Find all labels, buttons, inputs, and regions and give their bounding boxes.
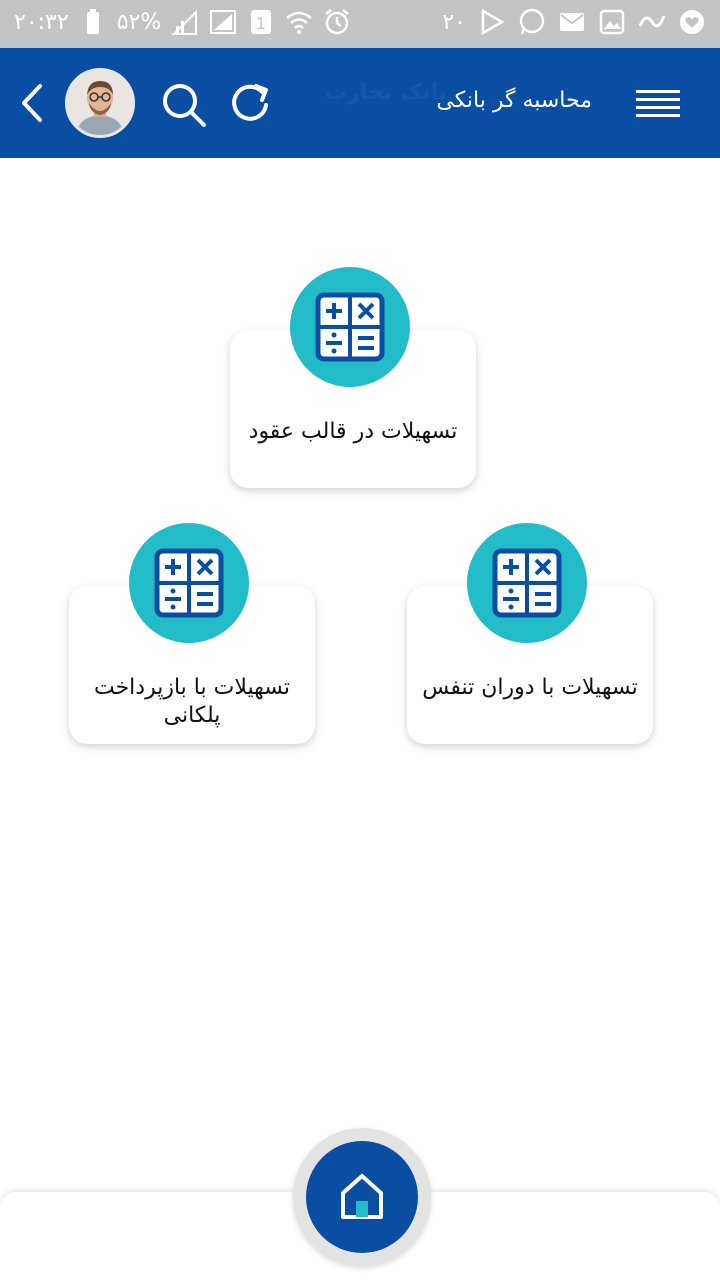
page-title: محاسبه گر بانکی: [436, 88, 592, 113]
signal-icon: [171, 8, 199, 36]
home-icon: [341, 1174, 383, 1219]
signal-icon-2: [209, 8, 237, 36]
play-store-icon: [478, 8, 506, 36]
app-icon: [638, 8, 666, 36]
notification-count: ۲۰: [442, 9, 466, 35]
whatsapp-icon: [518, 8, 546, 36]
back-icon[interactable]: [16, 80, 50, 126]
menu-icon[interactable]: [636, 88, 680, 120]
calculator-icon[interactable]: [467, 523, 587, 643]
home-button[interactable]: [306, 1141, 418, 1253]
battery-icon: [79, 8, 107, 36]
calculator-icon[interactable]: [129, 523, 249, 643]
battery-percent: ۵۲%: [116, 9, 162, 35]
calculator-icon[interactable]: [290, 267, 410, 387]
sim-label: 1: [256, 14, 266, 33]
card-label: تسهیلات با دوران تنفس: [422, 675, 638, 700]
card-label: تسهیلات با بازپرداخت پلکانی: [93, 675, 290, 728]
gallery-icon: [598, 8, 626, 36]
avatar[interactable]: [65, 68, 135, 138]
clock: ۲۰:۳۲: [14, 9, 69, 35]
search-icon[interactable]: [160, 81, 208, 129]
status-bar: ۲۰:۳۲ ۵۲% 1 ۲۰: [0, 0, 720, 48]
status-bar-right: ۲۰: [442, 8, 706, 36]
alarm-icon: [323, 8, 351, 36]
status-bar-left: ۲۰:۳۲ ۵۲% 1: [14, 8, 351, 36]
brand-watermark: بانک تجارت: [325, 80, 445, 105]
wifi-icon: [285, 8, 313, 36]
refresh-icon[interactable]: [226, 79, 276, 129]
heart-app-icon: [678, 8, 706, 36]
card-label: تسهیلات در قالب عقود: [248, 419, 458, 444]
app-header: بانک تجارت محاسبه گر بانکی: [0, 48, 720, 158]
mail-icon: [558, 8, 586, 36]
sim-icon: 1: [247, 8, 275, 36]
